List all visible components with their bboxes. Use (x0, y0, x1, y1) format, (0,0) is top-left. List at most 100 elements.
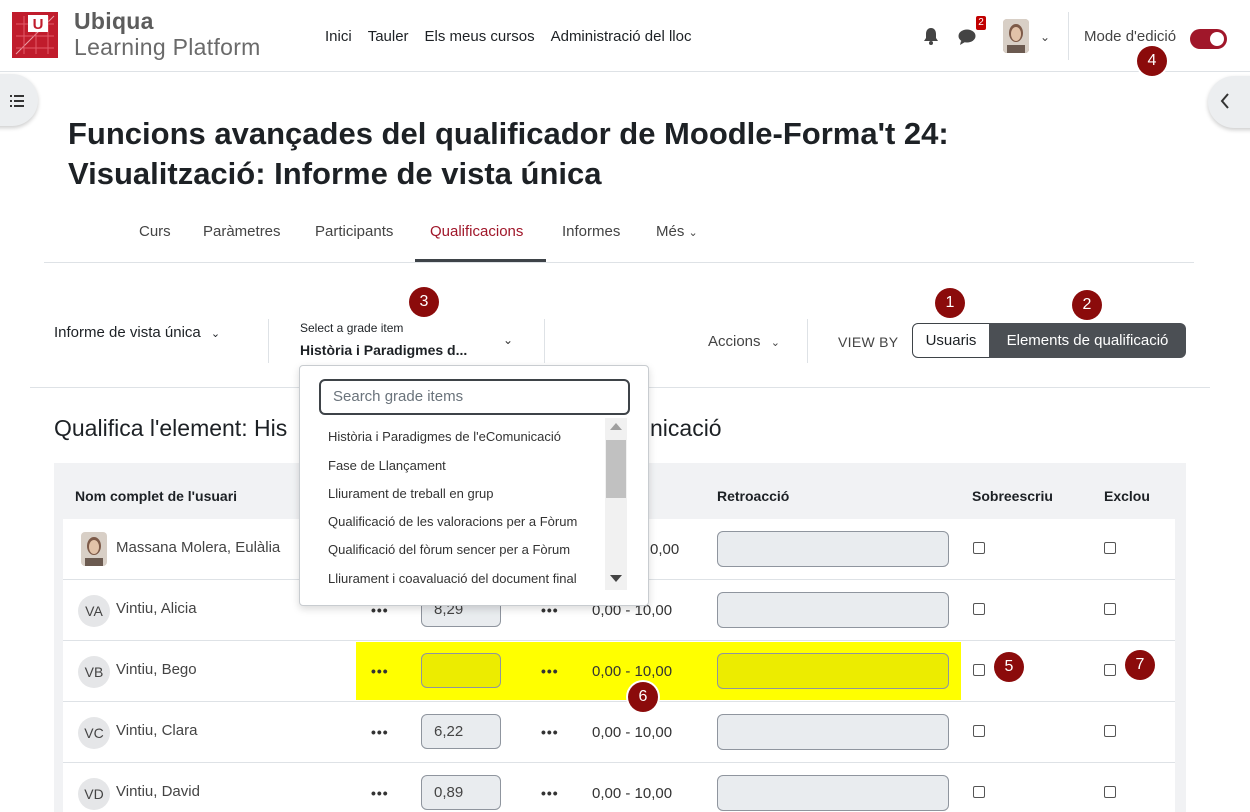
edit-mode-toggle[interactable] (1190, 29, 1227, 49)
view-by-grade-items-button[interactable]: Elements de qualificació (989, 323, 1186, 358)
override-checkbox[interactable] (973, 786, 985, 798)
dropdown-item[interactable]: Qualificació de les valoracions per a Fò… (328, 514, 590, 529)
grade-item-selected: Història i Paradigmes d... (300, 342, 468, 358)
chevron-down-icon: ⌄ (688, 227, 698, 239)
search-grade-items-input[interactable]: Search grade items (319, 379, 630, 415)
exclude-checkbox[interactable] (1104, 725, 1116, 737)
user-name[interactable]: Vintiu, Alicia (116, 600, 197, 617)
dropdown-item[interactable]: Qualificació del fòrum sencer per a Fòru… (328, 542, 590, 557)
grade-range: 0,00 - 10,00 (592, 724, 673, 741)
grade-actions-menu[interactable]: ••• (371, 785, 389, 801)
grade-input[interactable]: 6,22 (421, 714, 501, 749)
grade-input[interactable] (421, 653, 501, 688)
avatar: VC (78, 717, 110, 749)
grade-item-dropdown: Search grade items Història i Paradigmes… (299, 365, 649, 606)
feedback-input[interactable] (717, 775, 949, 811)
report-selector[interactable]: Informe de vista única ⌄ (54, 324, 220, 341)
brand-name: Ubiqua Learning Platform (74, 8, 261, 60)
override-checkbox[interactable] (973, 664, 985, 676)
brand-logo[interactable]: U (12, 12, 58, 58)
avatar: VA (78, 595, 110, 627)
tab-curs[interactable]: Curs (139, 223, 171, 240)
edit-mode-label: Mode d'edició (1084, 28, 1177, 45)
grade-range: 0,00 - 10,00 (592, 663, 673, 680)
user-avatar[interactable] (1003, 19, 1029, 53)
chevron-down-icon[interactable]: ⌄ (1040, 30, 1050, 44)
view-by-users-button[interactable]: Usuaris (912, 323, 990, 358)
scrollbar-thumb[interactable] (606, 440, 626, 498)
column-header-feedback: Retroacció (717, 488, 790, 504)
nav-item-tauler[interactable]: Tauler (368, 28, 409, 45)
item-actions-menu[interactable]: ••• (541, 724, 559, 740)
tab-mes-label: Més (656, 223, 685, 240)
block-drawer-button[interactable] (1208, 76, 1250, 128)
feedback-input[interactable] (717, 714, 949, 750)
dropdown-scrollbar[interactable] (605, 418, 627, 590)
secondary-nav: Curs Paràmetres Participants Qualificaci… (44, 210, 1194, 263)
override-checkbox[interactable] (973, 725, 985, 737)
active-tab-indicator (415, 259, 546, 262)
override-checkbox[interactable] (973, 603, 985, 615)
bell-icon[interactable] (923, 27, 939, 50)
column-header-exclude: Exclou (1104, 488, 1150, 504)
toolbar-divider (544, 319, 545, 363)
chevron-down-icon[interactable]: ⌄ (503, 333, 513, 347)
feedback-input[interactable] (717, 531, 949, 567)
grade-item-selector[interactable]: Història i Paradigmes d... (300, 342, 467, 358)
exclude-checkbox[interactable] (1104, 542, 1116, 554)
grade-actions-menu[interactable]: ••• (371, 663, 389, 679)
tab-qualificacions[interactable]: Qualificacions (430, 223, 523, 240)
annotation-marker: 4 (1137, 46, 1167, 76)
course-index-drawer-button[interactable] (0, 74, 38, 126)
actions-label: Accions (708, 333, 761, 350)
exclude-checkbox[interactable] (1104, 603, 1116, 615)
chevron-down-icon: ⌄ (770, 337, 780, 349)
section-heading: Qualifica l'element: His (54, 415, 288, 441)
chevron-down-icon: ⌄ (210, 328, 221, 340)
annotation-marker: 6 (628, 682, 658, 712)
feedback-input[interactable] (717, 653, 949, 689)
item-actions-menu[interactable]: ••• (541, 663, 559, 679)
dropdown-item[interactable]: Lliurament de treball en grup (328, 486, 598, 501)
nav-item-site-admin[interactable]: Administració del lloc (551, 28, 692, 45)
grade-range: 0,00 (650, 541, 680, 558)
chevron-left-icon (1220, 93, 1230, 114)
svg-text:U: U (33, 16, 44, 33)
annotation-marker: 5 (994, 652, 1024, 682)
dropdown-item[interactable]: Història i Paradigmes de l'eComunicació (328, 429, 598, 444)
toolbar-divider (268, 319, 269, 363)
avatar (81, 532, 107, 566)
item-actions-menu[interactable]: ••• (541, 785, 559, 801)
user-name[interactable]: Massana Molera, Eulàlia (116, 539, 280, 556)
exclude-checkbox[interactable] (1104, 664, 1116, 676)
nav-item-courses[interactable]: Els meus cursos (425, 28, 535, 45)
user-name[interactable]: Vintiu, David (116, 783, 200, 800)
view-by-label: VIEW BY (838, 334, 899, 350)
scroll-down-icon[interactable] (610, 575, 622, 582)
tab-informes[interactable]: Informes (562, 223, 620, 240)
tab-participants[interactable]: Participants (315, 223, 393, 240)
column-header-name[interactable]: Nom complet de l'usuari (75, 488, 237, 504)
navbar-divider (1068, 12, 1069, 60)
dropdown-item[interactable]: Lliurament i coavaluació del document fi… (328, 571, 592, 586)
tab-mes[interactable]: Més ⌄ (656, 223, 698, 240)
user-name[interactable]: Vintiu, Clara (116, 722, 197, 739)
column-header-override: Sobreescriu (972, 488, 1053, 504)
scroll-up-icon[interactable] (610, 423, 622, 430)
nav-item-inici[interactable]: Inici (325, 28, 352, 45)
grade-actions-menu[interactable]: ••• (371, 724, 389, 740)
override-checkbox[interactable] (973, 542, 985, 554)
brand-line1: Ubiqua (74, 8, 154, 34)
annotation-marker: 3 (409, 287, 439, 317)
user-name[interactable]: Vintiu, Bego (116, 661, 197, 678)
toolbar-divider (807, 319, 808, 363)
exclude-checkbox[interactable] (1104, 786, 1116, 798)
tab-parametres[interactable]: Paràmetres (203, 223, 281, 240)
feedback-input[interactable] (717, 592, 949, 628)
top-navbar: U Ubiqua Learning Platform Inici Tauler … (0, 0, 1250, 72)
grade-range: 0,00 - 10,00 (592, 785, 673, 802)
grade-input[interactable]: 0,89 (421, 775, 501, 810)
dropdown-item[interactable]: Fase de Llançament (328, 458, 598, 473)
message-icon[interactable] (958, 29, 976, 50)
actions-menu[interactable]: Accions ⌄ (708, 333, 780, 350)
